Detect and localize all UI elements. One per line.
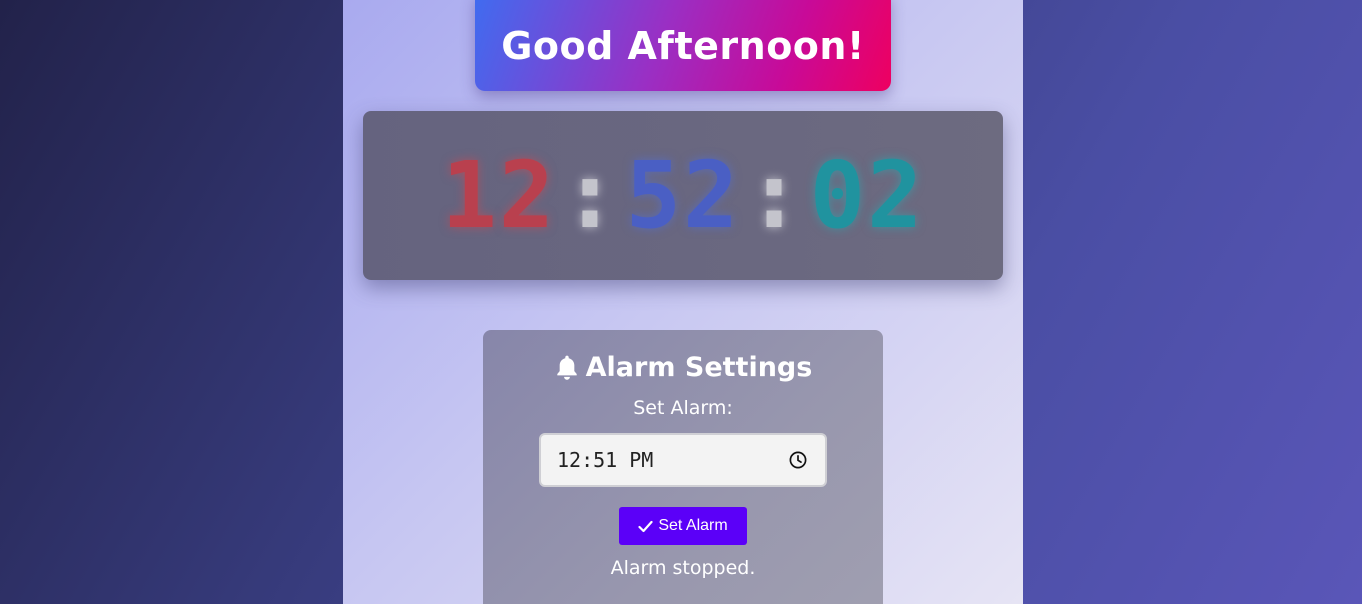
clock-hours: 12	[441, 142, 557, 249]
alarm-title-text: Alarm Settings	[585, 352, 813, 383]
clock-digits: 12 : 52 : 02	[441, 142, 924, 249]
alarm-settings-title: Alarm Settings	[483, 352, 883, 383]
alarm-time-input[interactable]: 12:51 PM	[539, 433, 827, 487]
greeting-banner: Good Afternoon!	[475, 0, 891, 91]
alarm-time-value[interactable]: 12:51 PM	[557, 448, 653, 472]
digital-clock: 12 : 52 : 02	[363, 111, 1003, 280]
set-alarm-button[interactable]: Set Alarm	[619, 507, 747, 545]
main-container: Good Afternoon! 12 : 52 : 02 Alarm Setti…	[343, 0, 1023, 604]
check-icon	[638, 520, 653, 532]
clock-icon[interactable]	[789, 451, 807, 469]
greeting-text: Good Afternoon!	[501, 23, 865, 68]
alarm-settings-card: Alarm Settings Set Alarm: 12:51 PM Set A…	[483, 330, 883, 604]
bell-icon	[556, 355, 577, 380]
clock-seconds: 02	[809, 142, 925, 249]
clock-separator: :	[746, 142, 804, 249]
set-alarm-button-label: Set Alarm	[658, 517, 728, 534]
clock-separator: :	[562, 142, 620, 249]
alarm-status: Alarm stopped.	[610, 557, 756, 579]
set-alarm-label: Set Alarm:	[633, 397, 733, 419]
clock-minutes: 52	[625, 142, 741, 249]
